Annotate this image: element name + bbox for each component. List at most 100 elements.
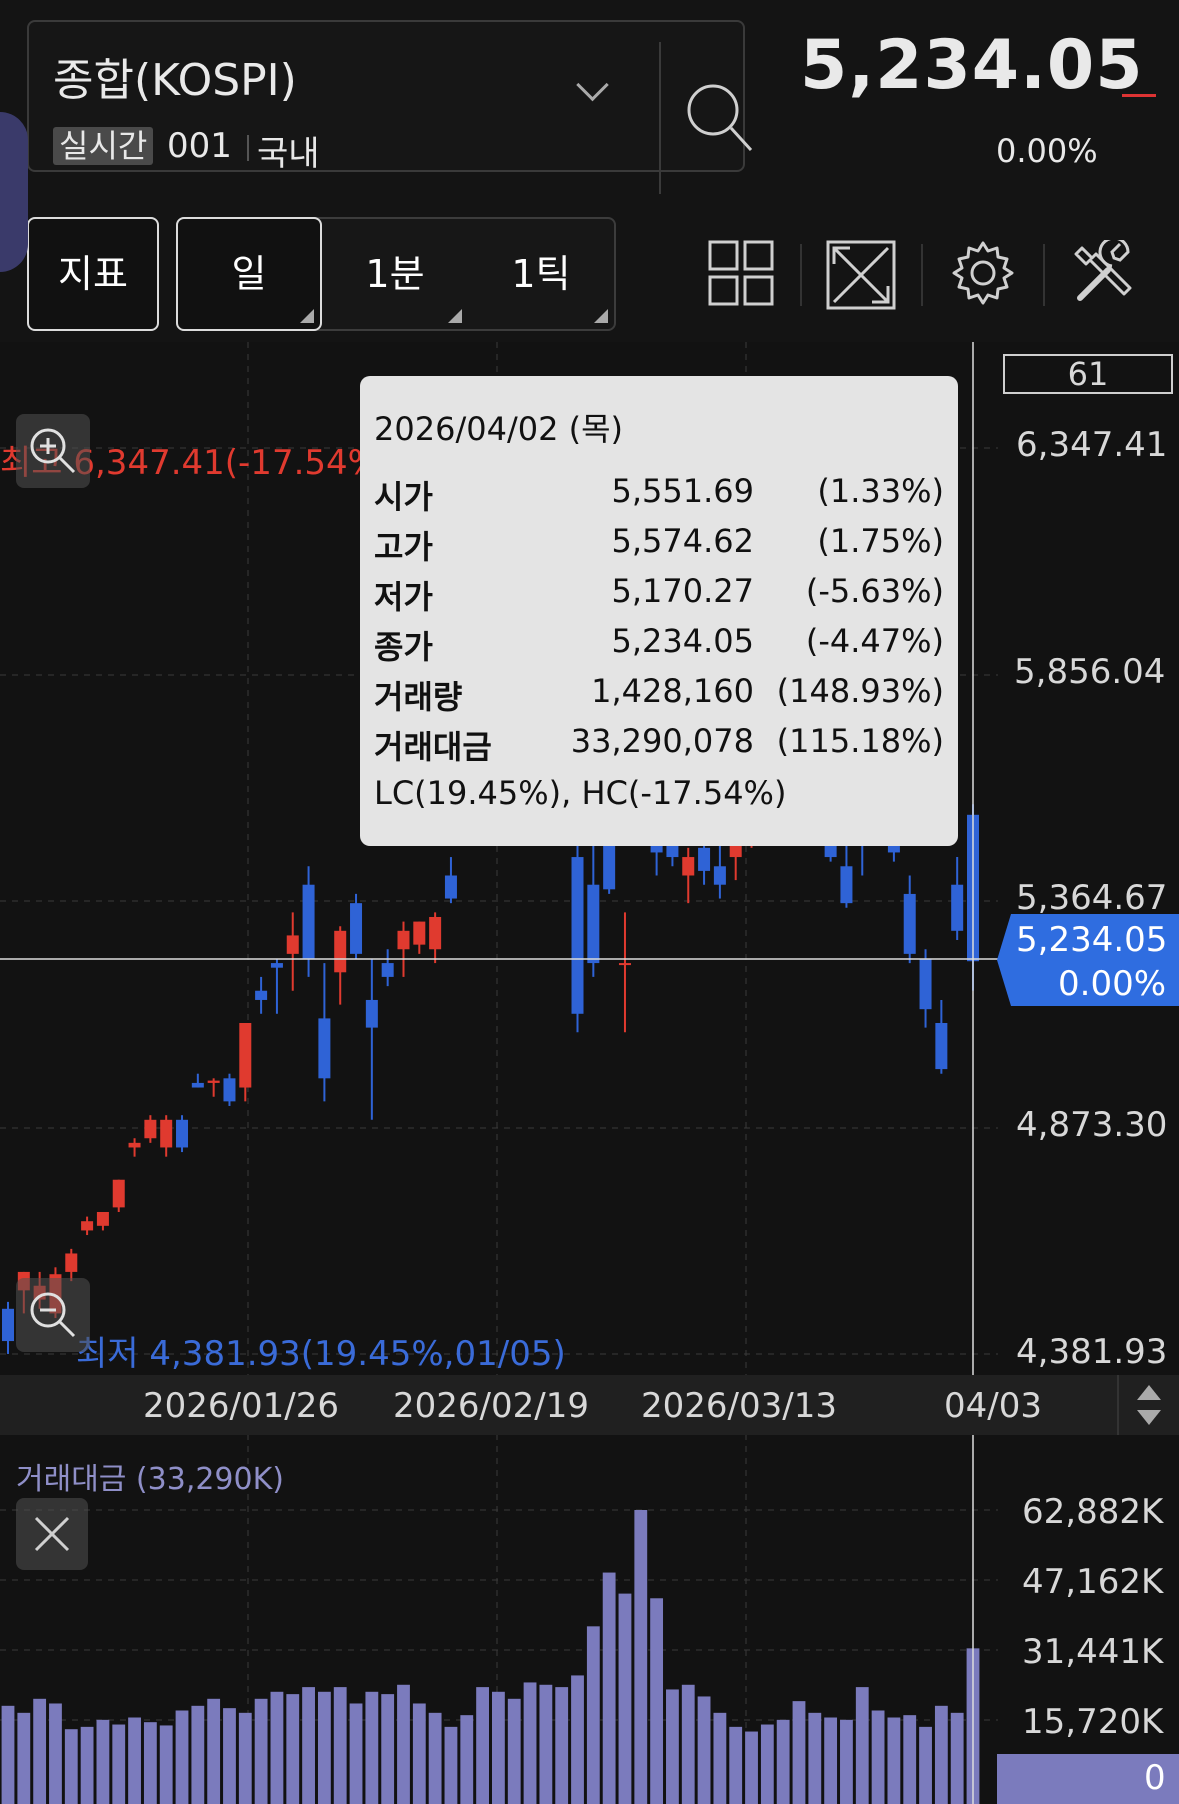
period-day-button[interactable]: 일 [176,217,322,331]
date-axis-label: 2026/03/13 [641,1386,837,1426]
volume-bar [808,1712,822,1804]
indicator-button[interactable]: 지표 [27,217,159,331]
candle-body [840,866,853,904]
tooltip-value: 5,234.05 [611,622,755,660]
volume-panel-title: 거래대금 (33,290K) [16,1462,284,1497]
price-axis-label: 6,347.41 [1016,425,1168,465]
volume-bar [492,1691,505,1804]
stock-name[interactable]: 종합(KOSPI) [53,44,297,108]
zoom-in-button[interactable] [16,414,90,488]
volume-bar [349,1703,363,1804]
price-axis-label: 4,381.93 [1016,1332,1168,1372]
close-icon[interactable] [16,1498,88,1570]
volume-bar [681,1684,695,1804]
candle-body [239,1023,252,1088]
tooltip-change: (1.75%) [817,522,944,560]
volume-axis-label: 31,441K [1022,1632,1164,1672]
tooltip-row: 고가 5,574.62 (1.75%) [374,522,944,570]
volume-bar [919,1726,932,1804]
volume-bar [507,1698,521,1804]
sort-arrows-icon[interactable] [1119,1375,1179,1435]
candle-body [618,963,631,966]
candle-body [350,903,363,954]
volume-bar [444,1726,458,1804]
tooltip-change: (-5.63%) [805,572,944,610]
volume-bar [760,1724,774,1804]
price-axis-label: 4,873.30 [1016,1105,1168,1145]
volume-bar [270,1691,284,1804]
volume-bar [460,1715,474,1804]
volume-bar [333,1687,347,1804]
volume-bar [824,1717,838,1804]
tooltip-label: 거래대금 [374,728,492,766]
candle-body [302,884,315,959]
gear-icon[interactable] [950,240,1016,306]
volume-bar [792,1701,806,1804]
submenu-corner-icon [448,309,462,323]
divider [800,244,802,306]
candle-body [286,935,299,954]
tooltip-row: 거래량 1,428,160 (148.93%) [374,672,944,720]
tooltip-value: 5,551.69 [611,472,755,510]
submenu-corner-icon [300,309,314,323]
period-count-box[interactable]: 61 [1003,354,1173,394]
current-pct-badge: 0.00% [1058,964,1167,1004]
candle-body [160,1119,173,1148]
period-tick-button[interactable]: 1틱 [468,219,614,329]
volume-bar [428,1712,442,1804]
tooltip-row: 거래대금 33,290,078 (115.18%) [374,722,944,770]
candle-body [81,1221,94,1231]
candle-body [112,1179,125,1208]
grid-layout-icon[interactable] [708,240,774,306]
tooltip-change: (115.18%) [776,722,944,760]
volume-bar [729,1726,743,1804]
volume-bar [745,1731,758,1804]
price-axis-panel [998,342,1179,1375]
zoom-out-button[interactable] [16,1278,90,1352]
tooltip-value: 5,574.62 [611,522,755,560]
volume-bar [223,1708,236,1804]
candle-body [444,875,457,899]
drawer-handle[interactable] [0,112,28,272]
candle-body [334,930,347,973]
volume-bar [713,1712,727,1804]
tools-icon[interactable] [1072,240,1138,306]
tooltip-value: 33,290,078 [570,722,754,760]
fullscreen-icon[interactable] [826,240,896,310]
candle-body [128,1142,141,1148]
volume-bar [365,1691,379,1804]
stock-selector[interactable]: 종합(KOSPI) 실시간 001 국내 [27,20,753,194]
candle-body [318,1018,331,1079]
volume-bar [112,1724,126,1804]
volume-bar [650,1598,664,1804]
divider [247,135,249,161]
volume-axis-label: 0 [1144,1758,1166,1798]
candle-body [413,921,426,945]
volume-bar [317,1691,331,1804]
chevron-down-icon[interactable] [576,68,609,102]
candle-body [191,1082,204,1088]
candle-body [919,958,932,1010]
tooltip-row: 시가 5,551.69 (1.33%) [374,472,944,520]
search-button[interactable] [659,42,774,194]
header: 종합(KOSPI) 실시간 001 국내 5,234.05 0.00% [0,0,1179,200]
candle-body [903,893,916,954]
zoom-out-icon[interactable] [16,1278,90,1352]
search-icon[interactable] [661,42,776,194]
volume-bar [254,1698,268,1804]
current-price: 5,234.05 [800,26,1144,105]
stock-code: 001 [167,126,232,166]
zoom-in-icon[interactable] [16,414,90,488]
close-panel-button[interactable] [16,1498,88,1570]
period-label: 1틱 [511,252,571,296]
volume-bar [871,1710,885,1804]
tooltip-label: 거래량 [374,678,463,716]
volume-bar [934,1705,948,1804]
volume-axis-label: 62,882K [1022,1492,1164,1532]
volume-bar [381,1694,395,1804]
tooltip-label: 시가 [374,478,433,516]
axis-scale-handle[interactable] [1117,1375,1179,1435]
period-label: 일 [231,252,267,296]
volume-bar [523,1682,537,1804]
period-minute-button[interactable]: 1분 [322,219,468,329]
